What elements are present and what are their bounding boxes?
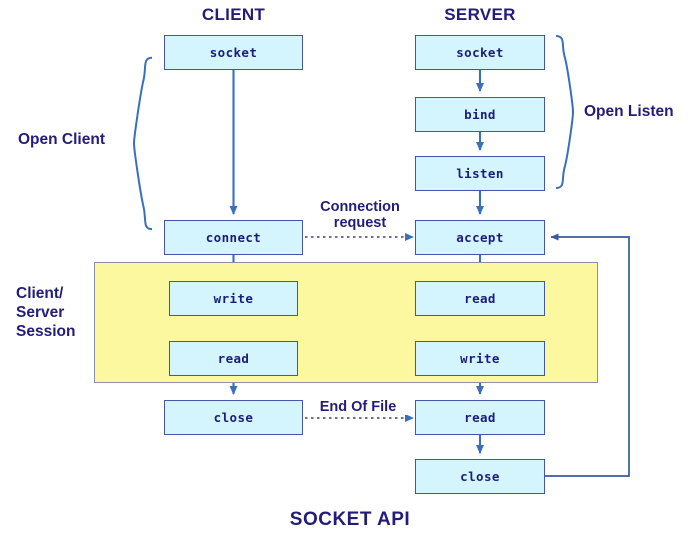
node-server-listen[interactable]: listen xyxy=(415,156,545,191)
node-server-read-2[interactable]: read xyxy=(415,400,545,435)
node-client-connect[interactable]: connect xyxy=(164,220,303,255)
node-server-close[interactable]: close xyxy=(415,459,545,494)
brace-open-listen xyxy=(555,35,575,189)
brace-open-client xyxy=(132,56,153,231)
connection-request-line-1: Connection xyxy=(320,199,400,215)
session-label-line-3: Session xyxy=(16,322,76,340)
connection-request-line-2: request xyxy=(333,215,387,232)
node-server-write[interactable]: write xyxy=(415,341,545,376)
session-label-line-2: Server xyxy=(16,303,65,321)
arrowhead-connection-request xyxy=(405,233,414,241)
node-server-accept[interactable]: accept xyxy=(415,220,545,255)
diagram-footer-title: SOCKET API xyxy=(289,509,411,530)
node-client-write[interactable]: write xyxy=(169,281,298,316)
column-title-client: CLIENT xyxy=(201,5,266,24)
column-title-server: SERVER xyxy=(444,5,516,24)
session-label-line-1: Client/ xyxy=(16,285,64,302)
edge-label-end-of-file: End Of File xyxy=(308,399,408,416)
node-client-socket[interactable]: socket xyxy=(164,35,303,70)
node-server-read-1[interactable]: read xyxy=(415,281,545,316)
group-label-client-server-session: Client/ Server Session xyxy=(16,285,94,342)
socket-api-diagram: CLIENT SERVER Open Client Open Listen Cl… xyxy=(0,0,700,550)
edge-label-connection-request: Connection request xyxy=(307,199,413,232)
node-server-socket[interactable]: socket xyxy=(415,35,545,70)
group-label-open-listen: Open Listen xyxy=(584,103,674,120)
node-client-read[interactable]: read xyxy=(169,341,298,376)
group-label-open-client: Open Client xyxy=(18,131,105,148)
node-client-close[interactable]: close xyxy=(164,400,303,435)
node-server-bind[interactable]: bind xyxy=(415,97,545,132)
